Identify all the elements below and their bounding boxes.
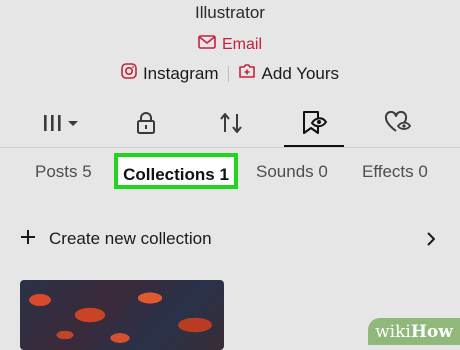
add-yours-label: Add Yours	[261, 63, 340, 83]
watermark-wiki: wiki	[375, 321, 411, 342]
tab-effects[interactable]: Effects 0	[362, 152, 428, 192]
email-label: Email	[221, 35, 262, 53]
tab-reposts[interactable]	[196, 103, 266, 147]
tab-collections[interactable]: Collections 1	[114, 153, 238, 189]
tabs-divider	[0, 147, 460, 148]
content-tabs: Posts 5 Collections 1 Sounds 0 Effects 0	[0, 152, 460, 192]
tab-private[interactable]	[111, 103, 181, 147]
collection-thumbnail[interactable]	[20, 280, 224, 350]
add-yours-link[interactable]: Add Yours	[238, 63, 340, 84]
add-yours-icon	[238, 63, 256, 84]
lock-icon	[135, 111, 157, 140]
wikihow-watermark: wiki How	[368, 318, 460, 345]
chevron-right-icon	[426, 231, 436, 252]
create-collection-label: Create new collection	[49, 229, 212, 248]
profile-bio: Illustrator	[195, 3, 265, 22]
grid-icon	[42, 112, 82, 139]
create-collection-row[interactable]: Create new collection	[20, 222, 440, 256]
profile-links: Instagram Add Yours	[0, 63, 460, 84]
email-link[interactable]: Email	[0, 35, 460, 54]
link-separator	[227, 65, 229, 82]
mail-icon	[198, 35, 216, 54]
tab-favorites[interactable]	[279, 103, 349, 147]
tab-sounds[interactable]: Sounds 0	[256, 152, 328, 192]
profile-icon-tabs	[0, 103, 460, 147]
instagram-label: Instagram	[142, 63, 219, 83]
liked-heart-icon	[384, 110, 412, 140]
repost-icon	[218, 111, 244, 140]
plus-icon	[20, 229, 36, 250]
instagram-link[interactable]: Instagram	[121, 63, 219, 84]
tab-posts[interactable]: Posts 5	[35, 152, 92, 192]
instagram-icon	[121, 63, 137, 84]
tab-grid[interactable]	[27, 103, 97, 147]
tab-liked[interactable]	[363, 103, 433, 147]
watermark-how: How	[410, 321, 453, 342]
bookmark-icon	[300, 110, 328, 141]
